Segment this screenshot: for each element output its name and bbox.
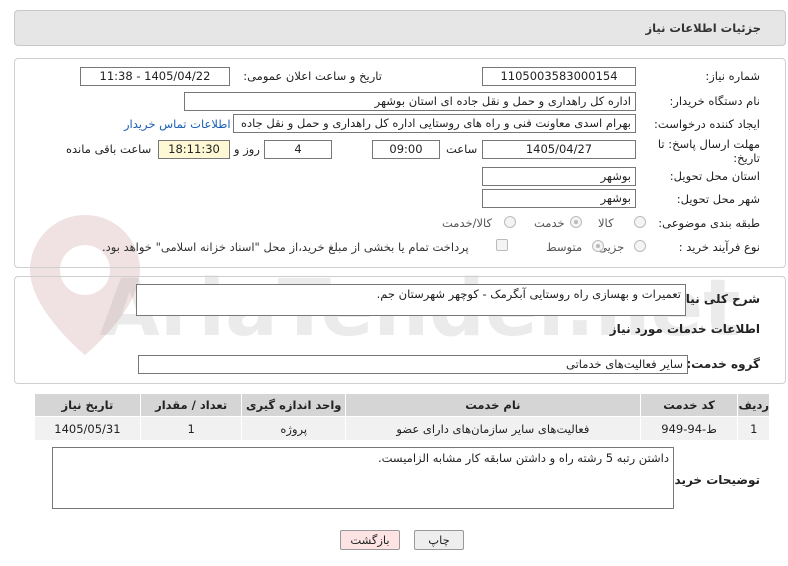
creator-label: ایجاد کننده درخواست: — [654, 117, 760, 131]
category-radio-goods[interactable] — [634, 216, 646, 228]
col-row-number: ردیف — [737, 393, 770, 417]
deadline-label: مهلت ارسال پاسخ: تا تاریخ: — [657, 137, 760, 165]
table-header-row: ردیف کد خدمت نام خدمت واحد اندازه گیری ت… — [34, 393, 770, 417]
cell-need-date: 1405/05/31 — [34, 416, 141, 441]
category-option-goods: کالا — [598, 216, 614, 230]
deadline-date-field: 1405/04/27 — [482, 140, 636, 159]
category-option-service: خدمت — [534, 216, 565, 230]
process-radio-medium[interactable] — [592, 240, 604, 252]
category-radio-service[interactable] — [570, 216, 582, 228]
process-radio-minor[interactable] — [634, 240, 646, 252]
col-quantity: تعداد / مقدار — [139, 393, 243, 417]
back-button[interactable]: بازگشت — [340, 530, 400, 550]
col-unit: واحد اندازه گیری — [241, 393, 347, 417]
table-row: 1 ط-94-949 فعالیت‌های سایر سازمان‌های دا… — [34, 416, 770, 441]
category-option-both: کالا/خدمت — [442, 216, 493, 230]
page-title: جزئیات اطلاعات نیاز — [645, 21, 761, 35]
treasury-payment-checkbox[interactable] — [496, 239, 508, 251]
process-option-medium: متوسط — [546, 240, 583, 254]
col-service-name: نام خدمت — [345, 393, 641, 417]
announce-label: تاریخ و ساعت اعلان عمومی: — [243, 69, 382, 83]
creator-field: بهرام اسدی معاونت فنی و راه های روستایی … — [233, 114, 636, 133]
contact-buyer-link[interactable]: اطلاعات تماس خریدار — [124, 117, 231, 131]
remaining-label: ساعت باقی مانده — [66, 142, 152, 156]
cell-quantity: 1 — [139, 416, 243, 441]
print-button[interactable]: چاپ — [414, 530, 464, 550]
service-group-label: گروه خدمت: — [686, 357, 760, 371]
city-label: شهر محل تحویل: — [676, 192, 760, 206]
treasury-payment-note: پرداخت تمام یا بخشی از مبلغ خرید،از محل … — [102, 240, 469, 254]
buyer-org-field: اداره کل راهداری و حمل و نقل جاده ای است… — [184, 92, 636, 111]
cell-row-number: 1 — [737, 416, 770, 441]
summary-label: شرح کلی نیاز: — [674, 292, 760, 306]
summary-textarea[interactable]: تعمیرات و بهسازی راه روستایی آبگرمک - کو… — [136, 284, 686, 316]
service-group-field: سایر فعالیت‌های خدماتی — [138, 355, 688, 374]
col-need-date: تاریخ نیاز — [34, 393, 141, 417]
category-radio-both[interactable] — [504, 216, 516, 228]
city-field: بوشهر — [482, 189, 636, 208]
deadline-time-field: 09:00 — [372, 140, 440, 159]
cell-service-code: ط-94-949 — [639, 416, 739, 441]
cell-service-name: فعالیت‌های سایر سازمان‌های دارای عضو — [345, 416, 641, 441]
buyer-notes-textarea[interactable]: داشتن رتبه 5 رشته راه و داشتن سابقه کار … — [52, 447, 674, 509]
services-table: ردیف کد خدمت نام خدمت واحد اندازه گیری ت… — [34, 393, 770, 441]
category-label: طبقه بندی موضوعی: — [658, 216, 760, 230]
process-label: نوع فرآیند خرید : — [678, 240, 760, 254]
col-service-code: کد خدمت — [639, 393, 739, 417]
need-number-label: شماره نیاز: — [705, 69, 760, 83]
need-number-field: 1105003583000154 — [482, 67, 636, 86]
cell-unit: پروژه — [241, 416, 347, 441]
services-section-title: اطلاعات خدمات مورد نیاز — [609, 322, 760, 336]
province-label: استان محل تحویل: — [669, 169, 760, 183]
days-label: روز و — [234, 142, 260, 156]
province-field: بوشهر — [482, 167, 636, 186]
remaining-time-field: 18:11:30 — [158, 140, 230, 159]
time-label: ساعت — [446, 142, 478, 156]
buyer-org-label: نام دستگاه خریدار: — [669, 94, 760, 108]
announce-field: 1405/04/22 - 11:38 — [80, 67, 230, 86]
days-field: 4 — [264, 140, 332, 159]
header-panel: جزئیات اطلاعات نیاز — [14, 10, 786, 46]
